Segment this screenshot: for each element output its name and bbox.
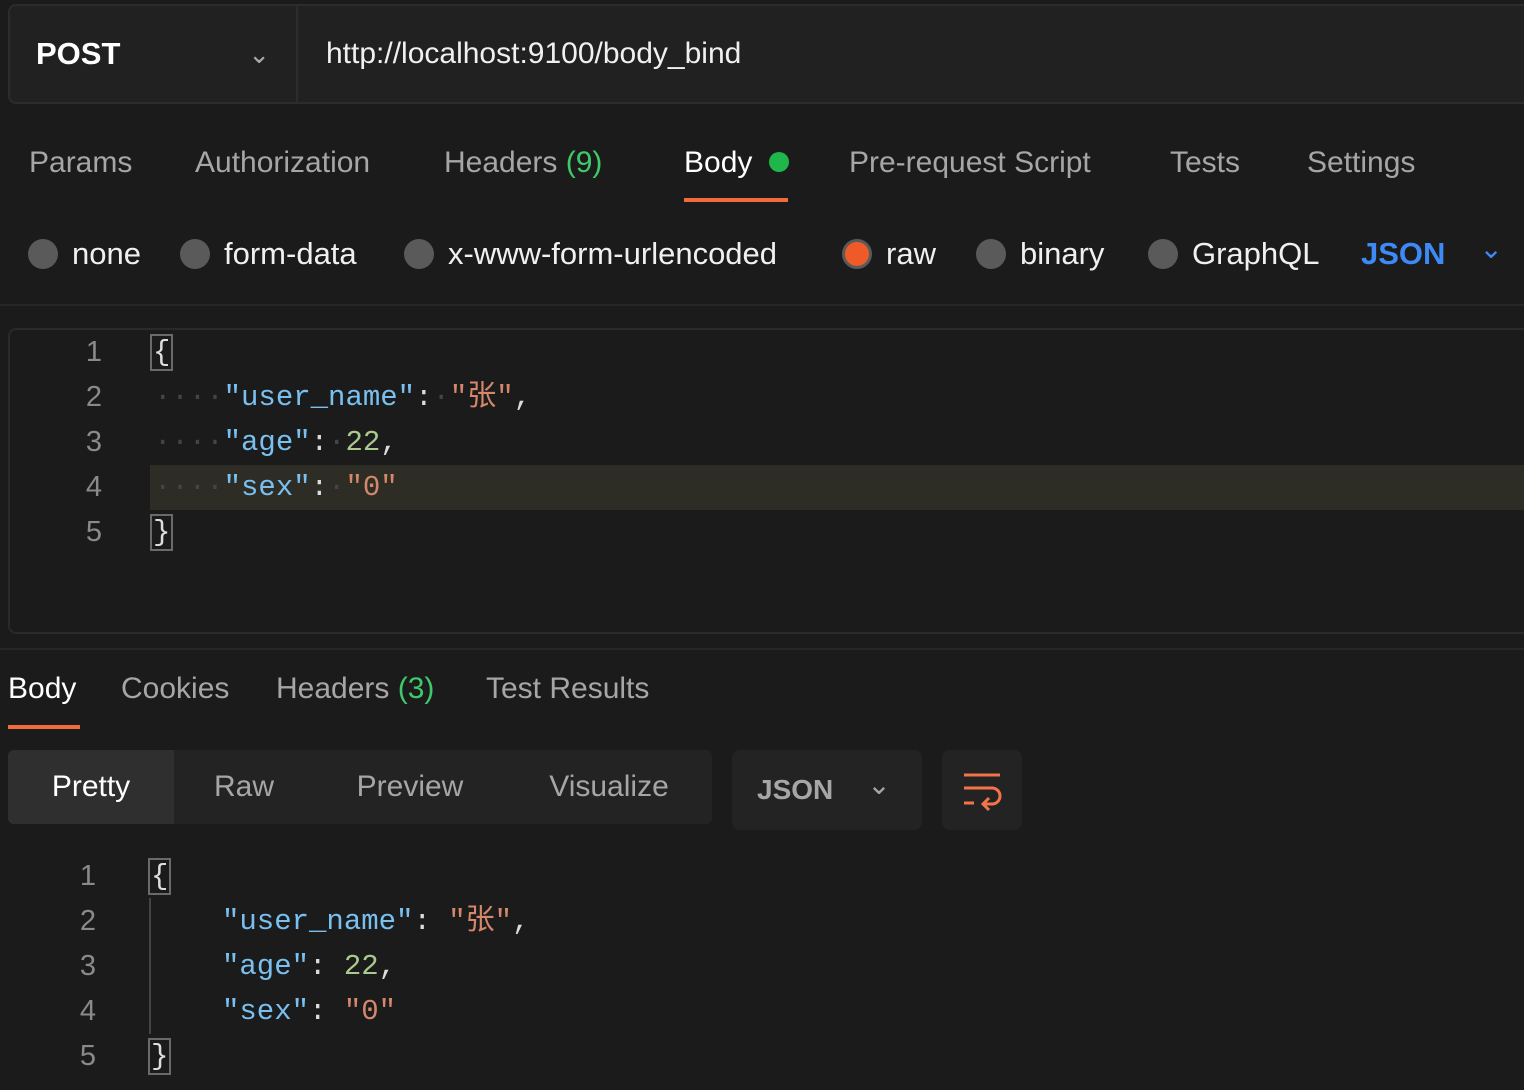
line-number: 2 [85,381,102,413]
code-line: 2 ····"user_name":·"张", [10,375,1524,420]
tab-body[interactable]: Body [684,146,789,180]
radio-none[interactable]: none [28,236,141,272]
json-value: "张" [448,905,513,938]
tab-settings[interactable]: Settings [1307,146,1415,180]
divider [0,304,1524,306]
code-line: 5} [0,1034,1524,1079]
code-line-current: 4 ····"sex":·"0" [86,465,1524,510]
json-key: "user_name" [222,905,414,938]
view-pretty[interactable]: Pretty [8,750,174,824]
wrap-lines-icon [964,773,1002,812]
radio-label: none [72,236,141,271]
response-tab-cookies[interactable]: Cookies [121,672,229,706]
tab-params[interactable]: Params [29,146,132,180]
indent-guide [149,898,151,1034]
tab-authorization[interactable]: Authorization [195,146,370,180]
code-line: 3 "age": 22, [0,944,1524,989]
request-body-editor[interactable]: 1{ 2 ····"user_name":·"张", 3 ····"age":·22… [8,328,1524,634]
radio-x-www-form-urlencoded[interactable]: x-www-form-urlencoded [404,236,777,272]
radio-form-data[interactable]: form-data [180,236,357,272]
line-number: 1 [79,860,96,892]
code-line: 2 "user_name": "张", [0,899,1524,944]
brace: { [148,858,172,895]
wrap-lines-button[interactable] [942,750,1022,830]
json-key: "sex" [222,995,310,1028]
chevron-down-icon: ⌄ [248,38,270,69]
line-number: 4 [79,995,96,1027]
code-line: 3 ····"age":·22, [10,420,1524,465]
code-line: 4 "sex": "0" [0,989,1524,1034]
json-value: 22 [345,426,381,459]
radio-label: GraphQL [1192,236,1320,271]
json-value: "0" [343,995,397,1028]
headers-count: (3) [397,672,435,705]
chevron-down-icon: ⌄ [867,768,891,800]
json-key: "user_name" [223,381,416,414]
radio-label: binary [1020,236,1105,271]
active-tab-indicator [8,725,80,729]
json-key: "age" [223,426,311,459]
view-visualize[interactable]: Visualize [506,750,712,824]
tab-label: Headers [276,672,390,705]
line-number: 2 [79,905,96,937]
line-number: 4 [85,471,102,503]
method-select[interactable]: POST ⌄ [10,6,298,102]
response-tab-body[interactable]: Body [8,672,76,706]
body-format-select[interactable]: JSON ⌄ [1361,233,1503,272]
url-input[interactable]: http://localhost:9100/body_bind [298,6,741,102]
format-label: JSON [1361,236,1446,271]
json-value: "张" [449,381,514,414]
active-tab-indicator [684,198,788,202]
tab-label: Body [684,146,753,179]
format-label: JSON [757,774,834,805]
line-number: 1 [85,336,102,368]
radio-binary[interactable]: binary [976,236,1104,272]
radio-label: raw [886,236,936,271]
response-tab-test-results[interactable]: Test Results [486,672,649,706]
line-number: 5 [85,516,102,548]
code-line: 5} [10,510,1524,555]
code-line: 1{ [10,330,1524,375]
radio-raw[interactable]: raw [842,236,936,272]
modified-dot-icon [768,152,789,172]
brace: } [150,514,174,551]
tab-tests[interactable]: Tests [1170,146,1240,180]
response-tab-headers[interactable]: Headers (3) [276,672,434,706]
brace: } [148,1038,172,1075]
code-line: 1{ [0,854,1524,899]
response-body-viewer: 1{ 2 "user_name": "张", 3 "age": 22, 4 "sex"… [0,854,1524,1090]
json-key: "sex" [223,471,311,504]
radio-label: x-www-form-urlencoded [448,236,778,271]
chevron-down-icon: ⌄ [1479,232,1503,264]
line-number: 3 [85,426,102,458]
radio-graphql[interactable]: GraphQL [1148,236,1320,272]
line-number: 3 [79,950,96,982]
tab-label: Headers [444,146,558,179]
json-key: "age" [222,950,310,983]
view-raw[interactable]: Raw [174,750,314,824]
divider [0,648,1524,650]
view-mode-toggle: Pretty Raw Preview Visualize [8,750,712,824]
method-label: POST [36,36,121,71]
tab-pre-request-script[interactable]: Pre-request Script [849,146,1091,180]
headers-count: (9) [565,146,603,179]
url-bar: POST ⌄ http://localhost:9100/body_bind [8,4,1524,104]
tab-headers[interactable]: Headers (9) [444,146,602,180]
response-format-select[interactable]: JSON ⌄ [732,750,922,830]
line-number: 5 [79,1040,96,1072]
json-value: 22 [343,950,379,983]
brace: { [150,334,174,371]
radio-label: form-data [224,236,357,271]
view-preview[interactable]: Preview [314,750,506,824]
json-value: "0" [345,471,398,504]
